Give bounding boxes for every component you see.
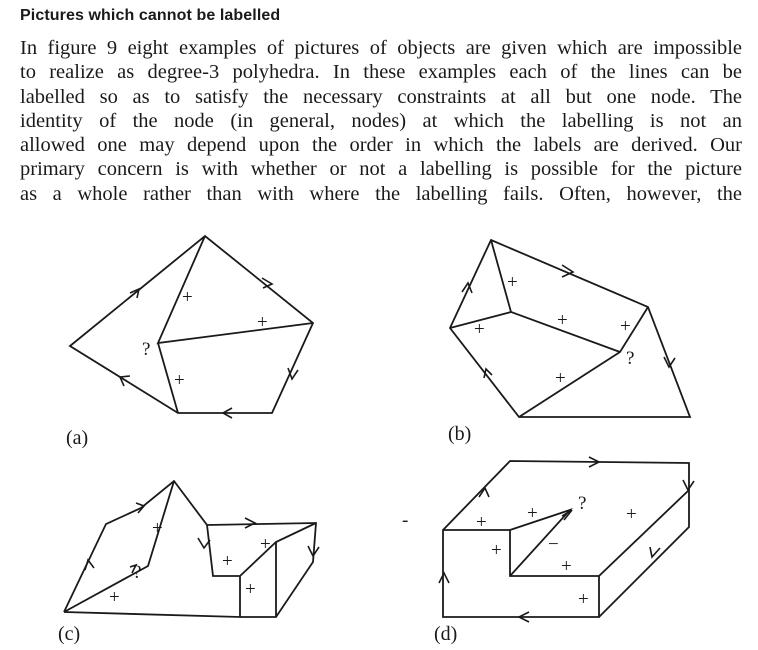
figure-b-question-label: ? — [626, 348, 634, 369]
figure-d-plus-label: + — [561, 556, 572, 577]
figure-d-plus-label: + — [491, 540, 502, 561]
figure-b-plus-label: + — [507, 272, 518, 293]
figure-a-plus-label: + — [182, 287, 193, 308]
figure-d-plus-label: + — [527, 503, 538, 524]
figure-a-edges — [68, 234, 315, 414]
figure-a-plus-label: + — [174, 370, 185, 391]
figure-d-plus-label: + — [476, 512, 487, 533]
figure-c-plus-label: + — [109, 587, 120, 608]
figure-c-edges — [63, 479, 317, 618]
figure-b-plus-label: + — [620, 316, 631, 337]
figure-b-plus-label: + — [474, 319, 485, 340]
figure-b-edges — [448, 238, 692, 418]
figure-c-caption: (c) — [58, 623, 80, 645]
figure-b-caption: (b) — [448, 423, 471, 445]
figure-d-plus-label: + — [578, 589, 589, 610]
figure-a-caption: (a) — [66, 427, 88, 449]
figure-c-arrow — [84, 558, 95, 571]
figure-d-plus-label: + — [626, 504, 637, 525]
figure-a-plus-label: + — [257, 312, 268, 333]
figure-a-question-label: ? — [142, 339, 150, 360]
figure-9-diagrams: + + + ? (a) + + + + + ? (b) + + + + + ? … — [58, 234, 695, 645]
figure-a: + + + ? (a) — [66, 234, 315, 449]
figure-b-plus-label: + — [557, 310, 568, 331]
figure-d-question-label: ? — [578, 493, 586, 514]
figure-c-question-label: ? — [133, 562, 141, 583]
figure-d-arrow — [438, 571, 450, 584]
figure-d-minus-label: − — [548, 534, 559, 555]
figure-c-arrow — [244, 517, 257, 529]
figure-c: + + + + + ? (c) — [58, 479, 320, 645]
figure-b: + + + + + ? (b) — [448, 238, 692, 445]
figure-d-arrow — [649, 546, 661, 559]
figure-c-plus-label: + — [222, 551, 233, 572]
figure-d-edges — [442, 460, 690, 618]
figure-b-plus-label: + — [555, 368, 566, 389]
stray-mark: - — [402, 510, 408, 531]
figure-a-arrow — [287, 367, 299, 381]
figure-d: + + + + + + − ? - (d) — [402, 456, 695, 645]
figure-c-plus-label: + — [245, 579, 256, 600]
figure-c-plus-label: + — [152, 518, 163, 539]
figure-c-plus-label: + — [260, 534, 271, 555]
figure-d-caption: (d) — [434, 623, 457, 645]
